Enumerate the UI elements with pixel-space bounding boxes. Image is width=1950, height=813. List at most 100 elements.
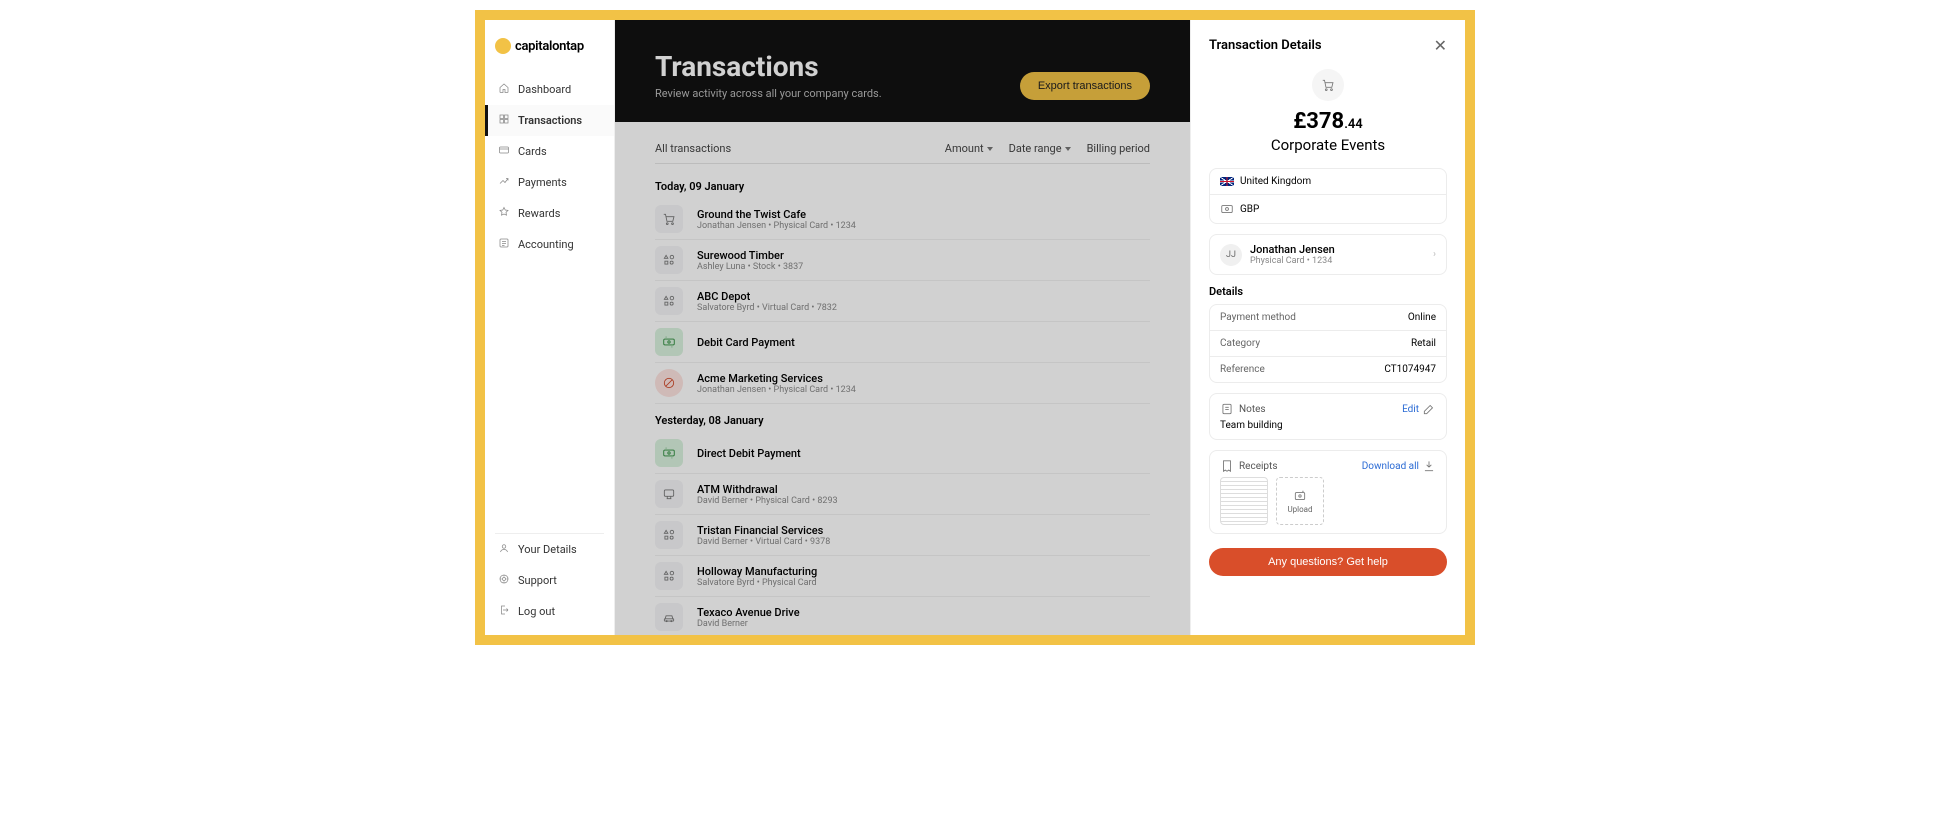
receipts-box: Receipts Download all Upload — [1209, 450, 1447, 534]
sidebar-item-label: Transactions — [518, 114, 582, 127]
uk-flag-icon — [1220, 177, 1234, 186]
transaction-row[interactable]: Debit Card Payment — [655, 322, 1150, 363]
sidebar-item-label: Cards — [518, 145, 547, 158]
transaction-name: Ground the Twist Cafe — [697, 208, 856, 221]
details-box: Payment methodOnlineCategoryRetailRefere… — [1209, 304, 1447, 383]
detail-key: Category — [1220, 338, 1260, 349]
transaction-row[interactable]: Acme Marketing ServicesJonathan Jensen •… — [655, 363, 1150, 404]
detail-value: Online — [1408, 312, 1436, 323]
support-icon — [498, 573, 510, 588]
sidebar-item-dashboard[interactable]: Dashboard — [485, 74, 614, 105]
close-icon[interactable]: ✕ — [1434, 36, 1447, 55]
sidebar-item-label: Support — [518, 574, 557, 587]
sidebar-item-your-details[interactable]: Your Details — [485, 534, 614, 565]
accounting-icon — [498, 237, 510, 252]
receipt-icon — [1220, 459, 1234, 473]
sidebar-item-transactions[interactable]: Transactions — [485, 105, 614, 136]
detail-row: ReferenceCT1074947 — [1210, 356, 1446, 382]
panel-title: Transaction Details — [1209, 38, 1322, 53]
shapes-icon — [655, 287, 683, 315]
transaction-name: Texaco Avenue Drive — [697, 606, 800, 619]
download-all-link[interactable]: Download all — [1362, 459, 1436, 473]
transaction-meta: David Berner — [697, 619, 800, 629]
get-help-button[interactable]: Any questions? Get help — [1209, 548, 1447, 576]
export-transactions-button[interactable]: Export transactions — [1020, 72, 1150, 100]
date-group-heading: Yesterday, 08 January — [655, 404, 1150, 433]
transaction-meta: Ashley Luna • Stock • 3837 — [697, 262, 803, 272]
transaction-name: Tristan Financial Services — [697, 524, 830, 537]
upload-receipt-button[interactable]: Upload — [1276, 477, 1324, 525]
note-icon — [1220, 402, 1234, 416]
filters-bar: All transactions Amount Date range Billi… — [655, 142, 1150, 164]
chevron-down-icon — [987, 147, 993, 151]
transaction-row[interactable]: Surewood TimberAshley Luna • Stock • 383… — [655, 240, 1150, 281]
filter-date-range[interactable]: Date range — [1009, 142, 1071, 155]
transaction-row[interactable]: Ground the Twist CafeJonathan Jensen • P… — [655, 199, 1150, 240]
transaction-name: ABC Depot — [697, 290, 837, 303]
transaction-amount: £378.44 — [1209, 109, 1447, 134]
sidebar-item-rewards[interactable]: Rewards — [485, 198, 614, 229]
transaction-meta: Salvatore Byrd • Physical Card — [697, 578, 817, 588]
transaction-meta: David Berner • Physical Card • 8293 — [697, 496, 838, 506]
logout-icon — [498, 604, 510, 619]
money-icon — [655, 439, 683, 467]
transaction-row[interactable]: ATM WithdrawalDavid Berner • Physical Ca… — [655, 474, 1150, 515]
logo-icon — [495, 38, 511, 54]
transaction-name: Debit Card Payment — [697, 336, 795, 349]
transaction-name: Holloway Manufacturing — [697, 565, 817, 578]
atm-icon — [655, 480, 683, 508]
car-icon — [655, 603, 683, 631]
transaction-row[interactable]: Tristan Financial ServicesDavid Berner •… — [655, 515, 1150, 556]
sidebar-item-payments[interactable]: Payments — [485, 167, 614, 198]
filter-amount[interactable]: Amount — [945, 142, 993, 155]
transaction-row[interactable]: Texaco Avenue DriveDavid Berner — [655, 597, 1150, 635]
shapes-icon — [655, 521, 683, 549]
cardholder-name: Jonathan Jensen — [1250, 243, 1425, 256]
currency-icon — [1220, 202, 1234, 216]
detail-row: CategoryRetail — [1210, 330, 1446, 356]
transaction-meta: Jonathan Jensen • Physical Card • 1234 — [697, 221, 856, 231]
logo: capitalontap — [485, 20, 614, 74]
all-transactions-label: All transactions — [655, 142, 731, 155]
currency-row: GBP — [1210, 194, 1446, 223]
edit-notes-link[interactable]: Edit — [1402, 402, 1436, 416]
cart-icon — [1312, 69, 1344, 101]
transaction-meta: Jonathan Jensen • Physical Card • 1234 — [697, 385, 856, 395]
rewards-icon — [498, 206, 510, 221]
sidebar-item-accounting[interactable]: Accounting — [485, 229, 614, 260]
transactions-content: All transactions Amount Date range Billi… — [615, 122, 1190, 635]
date-group-heading: Today, 09 January — [655, 170, 1150, 199]
sidebar-item-label: Log out — [518, 605, 555, 618]
avatar: JJ — [1220, 244, 1242, 266]
transaction-row[interactable]: Direct Debit Payment — [655, 433, 1150, 474]
sidebar-item-cards[interactable]: Cards — [485, 136, 614, 167]
money-icon — [655, 328, 683, 356]
main: Transactions Review activity across all … — [615, 20, 1190, 635]
transaction-name: Acme Marketing Services — [697, 372, 856, 385]
cards-icon — [498, 144, 510, 159]
cardholder-row[interactable]: JJ Jonathan Jensen Physical Card • 1234 … — [1209, 234, 1447, 275]
country-row: United Kingdom — [1210, 169, 1446, 194]
upload-icon — [1293, 489, 1307, 503]
download-icon — [1422, 459, 1436, 473]
chevron-right-icon: › — [1433, 249, 1436, 260]
sidebar-item-label: Dashboard — [518, 83, 571, 96]
filter-billing-period[interactable]: Billing period — [1087, 142, 1150, 155]
chevron-down-icon — [1065, 147, 1071, 151]
transaction-meta: Salvatore Byrd • Virtual Card • 7832 — [697, 303, 837, 313]
detail-row: Payment methodOnline — [1210, 305, 1446, 330]
transaction-name: Surewood Timber — [697, 249, 803, 262]
transaction-row[interactable]: Holloway ManufacturingSalvatore Byrd • P… — [655, 556, 1150, 597]
receipt-thumbnail[interactable] — [1220, 477, 1268, 525]
shapes-icon — [655, 562, 683, 590]
sidebar-item-support[interactable]: Support — [485, 565, 614, 596]
hero: Transactions Review activity across all … — [615, 20, 1190, 122]
notes-box: Notes Edit Team building — [1209, 393, 1447, 440]
sidebar-item-log-out[interactable]: Log out — [485, 596, 614, 627]
page-title: Transactions — [655, 50, 882, 83]
detail-key: Reference — [1220, 364, 1265, 375]
edit-icon — [1422, 402, 1436, 416]
transaction-row[interactable]: ABC DepotSalvatore Byrd • Virtual Card •… — [655, 281, 1150, 322]
logo-text: capitalontap — [515, 39, 584, 54]
payments-icon — [498, 175, 510, 190]
